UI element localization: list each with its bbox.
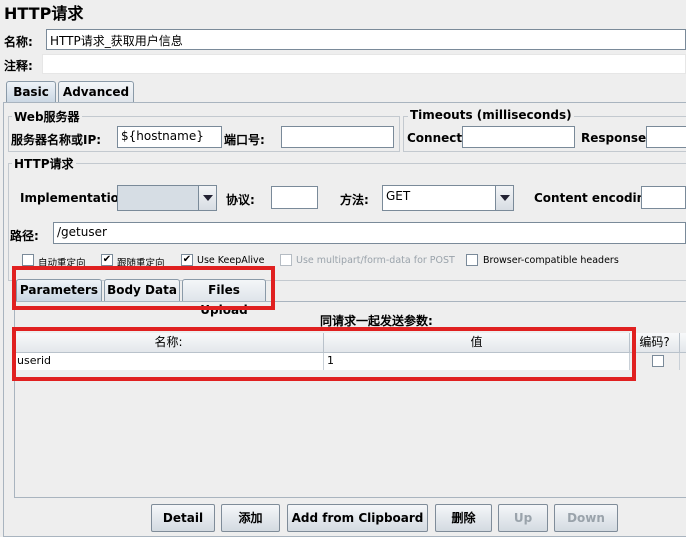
name-field[interactable]: HTTP请求_获取用户信息	[46, 29, 686, 50]
delete-button[interactable]: 删除	[435, 504, 492, 532]
encoding-label: Content encoding:	[534, 191, 659, 205]
detail-button[interactable]: Detail	[151, 504, 215, 532]
page-title: HTTP请求	[4, 4, 84, 23]
follow-redirect-checkbox[interactable]: ✔	[101, 254, 113, 266]
name-label: 名称:	[4, 35, 33, 49]
path-label: 路径:	[10, 229, 39, 243]
comment-label: 注释:	[4, 59, 33, 73]
column-header-encode[interactable]: 编码?	[630, 333, 680, 353]
comment-field[interactable]	[42, 54, 686, 74]
multipart-checkbox[interactable]	[280, 254, 292, 266]
browser-headers-checkbox[interactable]	[466, 254, 478, 266]
server-field[interactable]: ${hostname}	[117, 126, 222, 148]
path-field[interactable]: /getuser	[53, 222, 686, 244]
keepalive-checkbox[interactable]: ✔	[181, 254, 193, 266]
auto-redirect-checkbox[interactable]	[22, 254, 34, 266]
response-label: Response:	[581, 131, 651, 145]
timeouts-legend: Timeouts (milliseconds)	[408, 108, 574, 122]
port-label: 端口号:	[224, 133, 265, 147]
connect-field[interactable]	[462, 126, 575, 148]
method-label: 方法:	[340, 193, 369, 207]
keepalive-label: Use KeepAlive	[197, 255, 265, 266]
up-button[interactable]: Up	[498, 504, 548, 532]
implementation-select[interactable]	[117, 185, 217, 211]
encoding-field[interactable]	[641, 186, 686, 209]
add-button[interactable]: 添加	[221, 504, 280, 532]
method-select[interactable]: GET	[382, 185, 514, 211]
highlight-box-tabs	[12, 266, 275, 310]
cell-encode	[630, 353, 680, 370]
implementation-label: Implementation:	[20, 191, 133, 205]
column-header-extra	[680, 333, 686, 353]
protocol-field[interactable]	[271, 186, 318, 209]
chevron-down-icon	[198, 186, 216, 210]
highlight-box-table	[12, 327, 636, 381]
encode-checkbox[interactable]	[652, 355, 664, 367]
tab-advanced[interactable]: Advanced	[58, 81, 134, 103]
web-server-legend: Web服务器	[12, 108, 82, 125]
protocol-label: 协议:	[226, 193, 255, 207]
method-value: GET	[386, 189, 411, 203]
connect-label: Connect:	[407, 131, 467, 145]
multipart-label: Use multipart/form-data for POST	[296, 255, 455, 266]
down-button[interactable]: Down	[554, 504, 618, 532]
http-request-legend: HTTP请求	[12, 155, 76, 172]
response-field[interactable]	[646, 126, 686, 148]
port-field[interactable]	[281, 126, 394, 148]
chevron-down-icon	[495, 186, 513, 210]
tab-basic[interactable]: Basic	[6, 81, 56, 103]
server-label: 服务器名称或IP:	[11, 133, 102, 147]
add-from-clipboard-button[interactable]: Add from Clipboard	[287, 504, 428, 532]
browser-headers-label: Browser-compatible headers	[483, 255, 619, 266]
